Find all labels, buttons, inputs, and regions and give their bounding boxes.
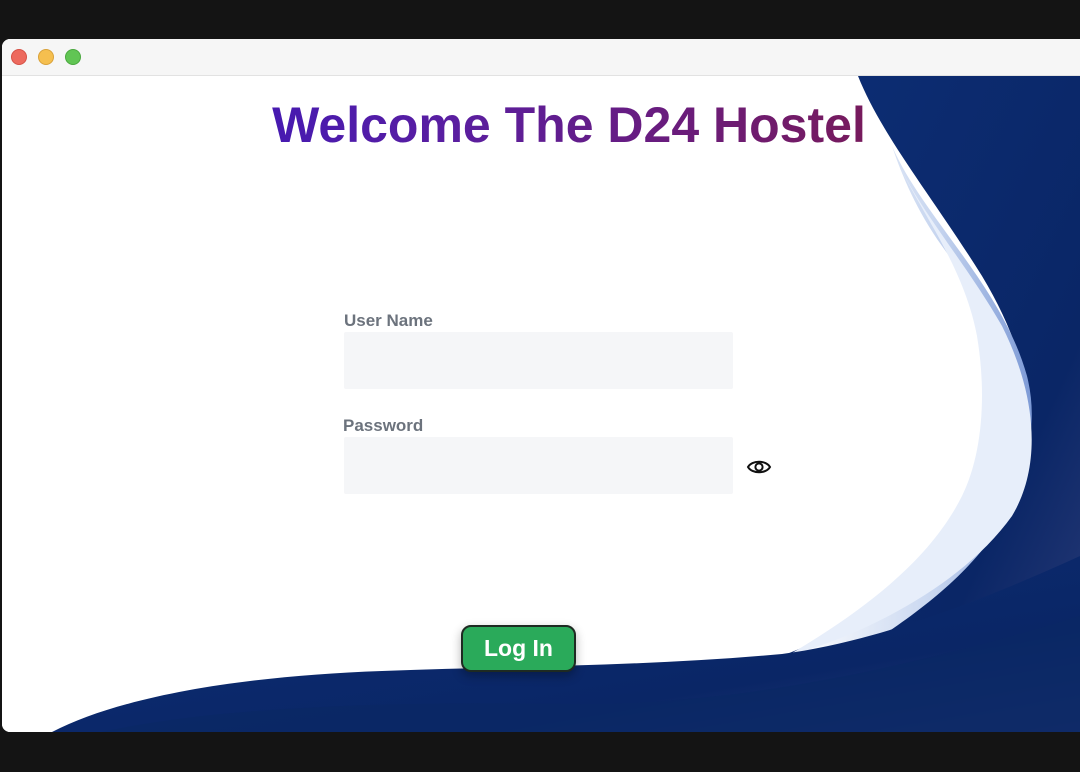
password-input[interactable]	[344, 437, 733, 494]
page-title: Welcome The D24 Hostel	[2, 100, 1080, 150]
username-input[interactable]	[344, 332, 733, 389]
password-label: Password	[343, 416, 424, 435]
app-window: Welcome The D24 Hostel User Name Passwor…	[2, 39, 1080, 732]
minimize-button[interactable]	[38, 49, 54, 65]
username-label: User Name	[344, 311, 433, 330]
close-button[interactable]	[11, 49, 27, 65]
window-titlebar	[2, 39, 1080, 76]
eye-icon[interactable]	[746, 457, 772, 477]
maximize-button[interactable]	[65, 49, 81, 65]
login-button[interactable]: Log In	[461, 625, 576, 672]
login-page: Welcome The D24 Hostel User Name Passwor…	[2, 76, 1080, 732]
